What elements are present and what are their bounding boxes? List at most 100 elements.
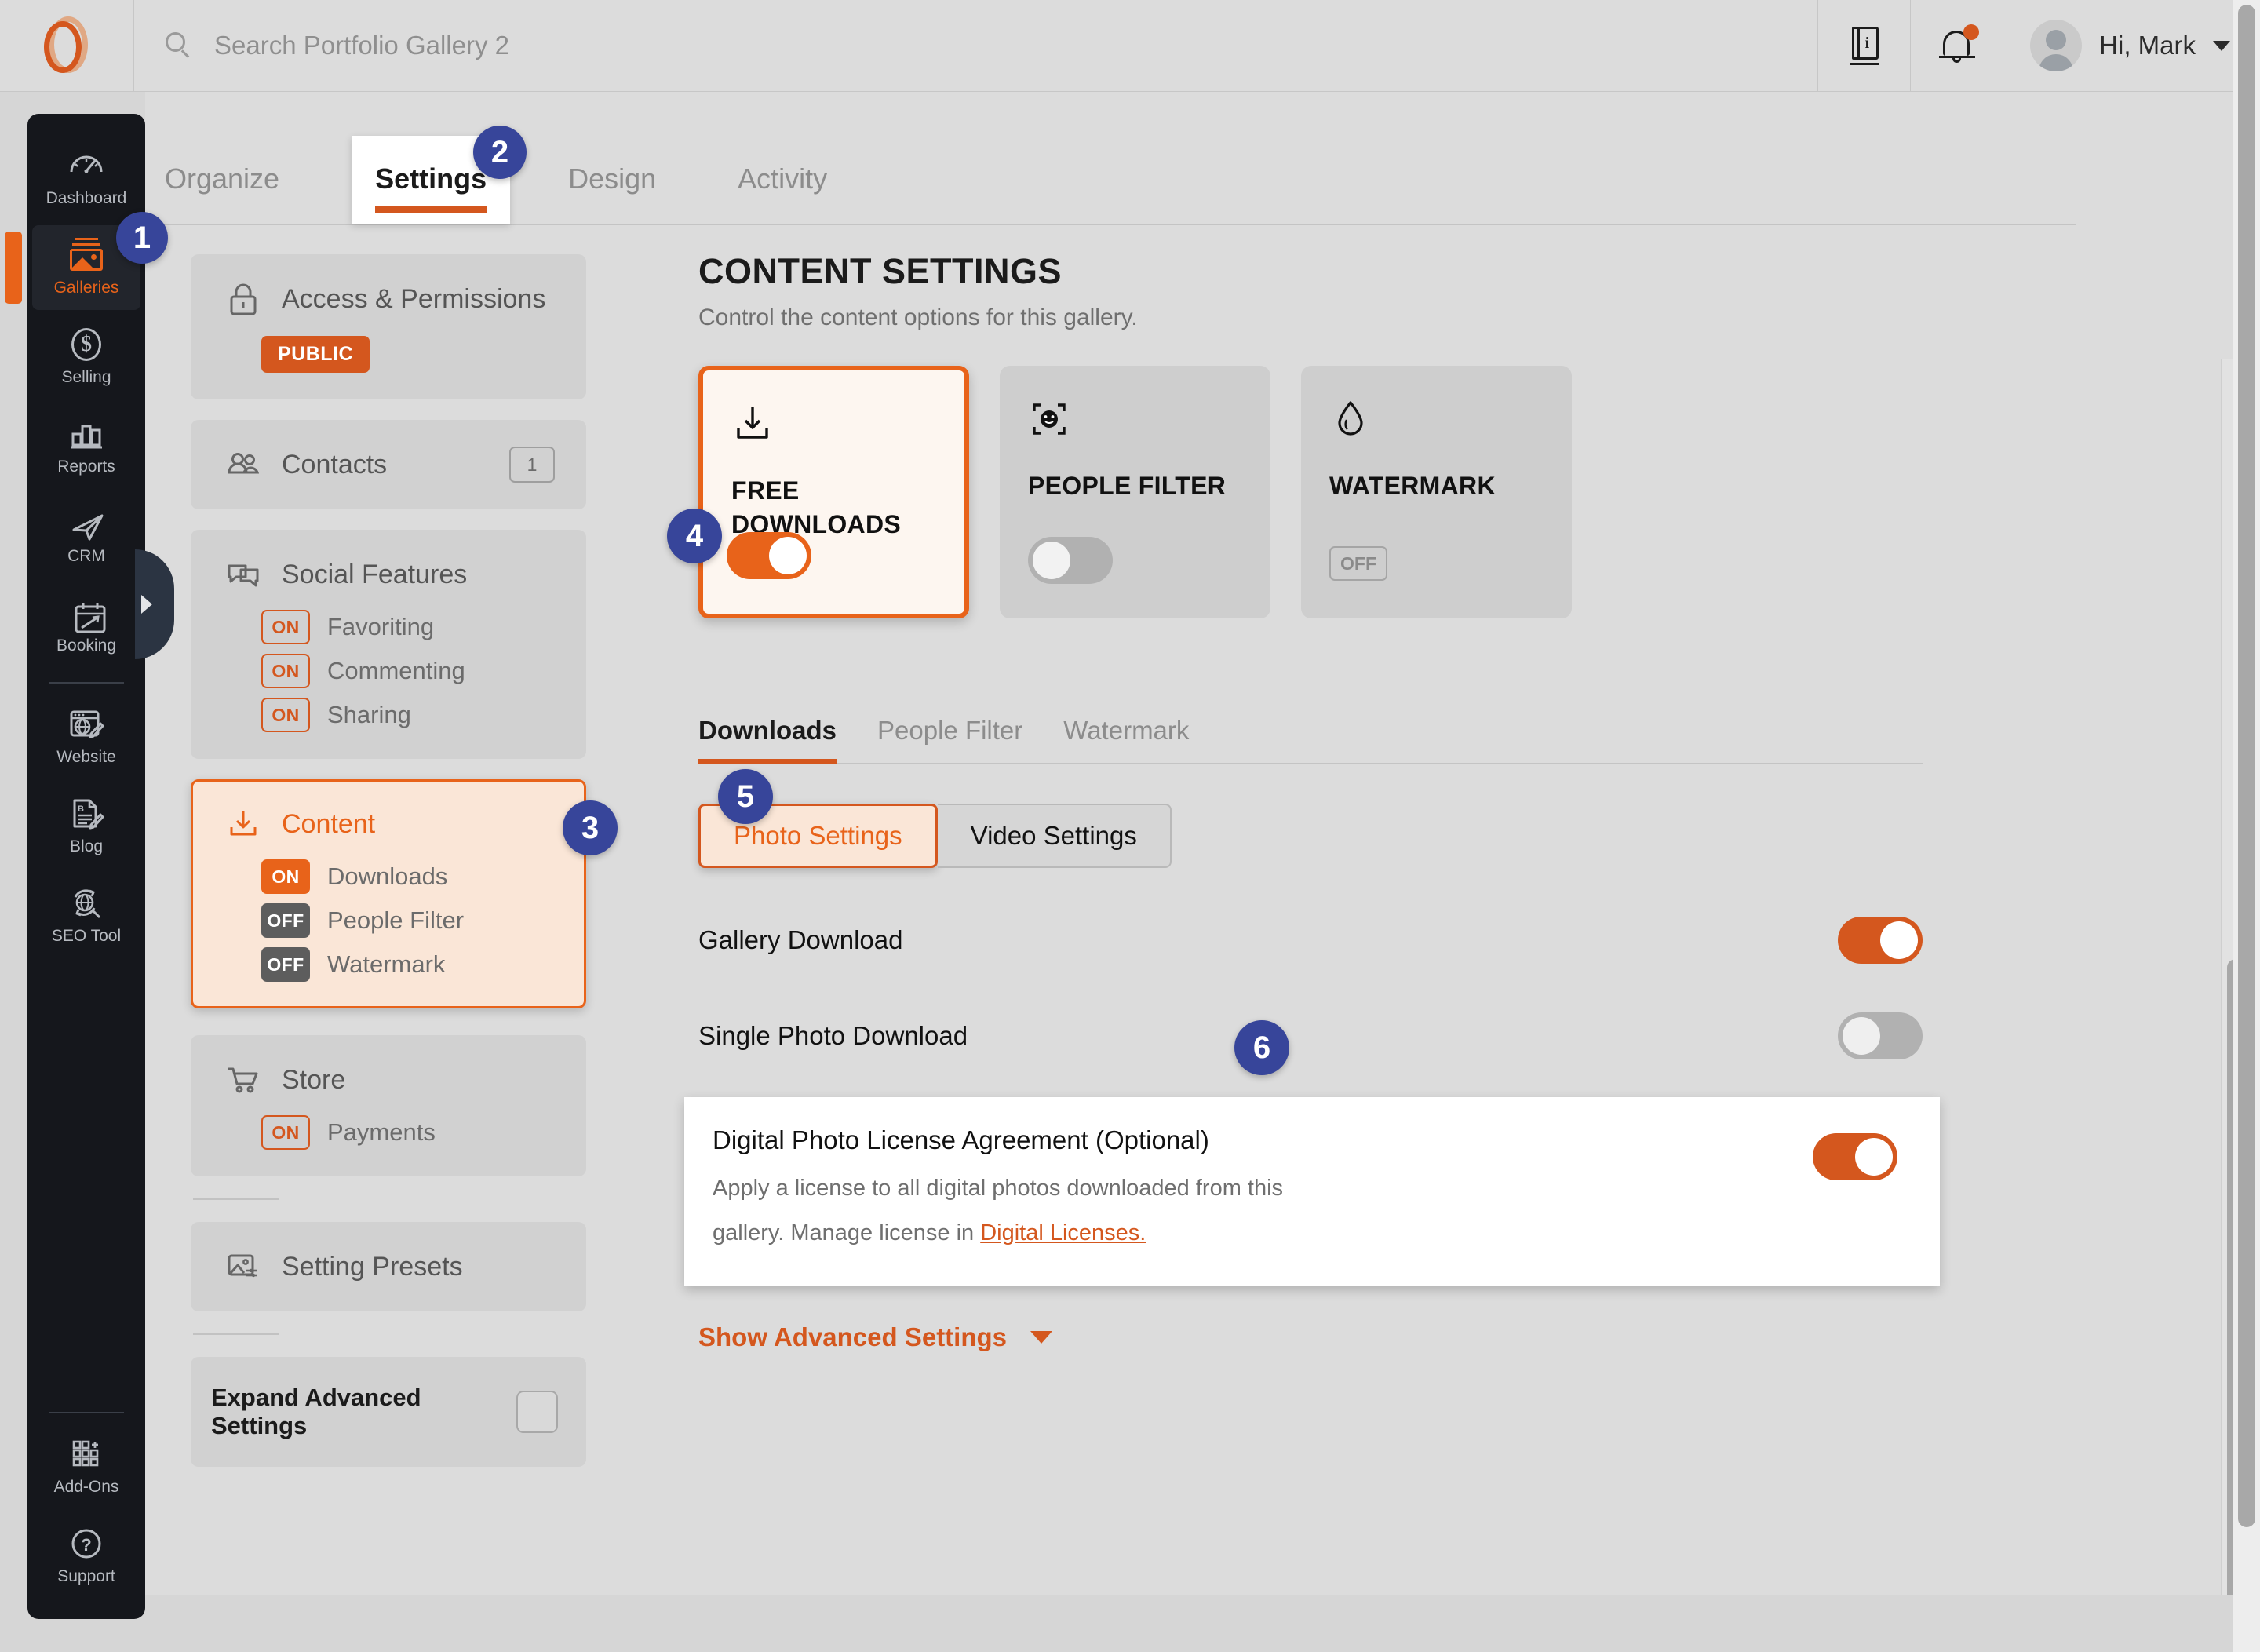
content-row-people-filter[interactable]: OFF People Filter (261, 903, 555, 938)
store-row-payments[interactable]: ON Payments (261, 1115, 555, 1150)
settings-card-access-permissions[interactable]: Access & Permissions PUBLIC (191, 254, 586, 399)
sidebar-item-seo-tool[interactable]: SEO Tool (32, 873, 140, 958)
feature-card-watermark[interactable]: WATERMARK OFF (1301, 366, 1572, 618)
sidebar-label: Reports (57, 458, 115, 476)
sidebar-label: CRM (67, 547, 105, 565)
photo-gallery-icon (67, 238, 105, 272)
help-guide-button[interactable]: i (1817, 0, 1910, 92)
shopping-cart-icon (225, 1062, 261, 1098)
portfolio-logo[interactable] (0, 0, 133, 92)
segment-video-settings[interactable]: Video Settings (937, 804, 1172, 868)
free-downloads-toggle[interactable] (727, 532, 811, 579)
settings-card-contacts[interactable]: Contacts 1 (191, 420, 586, 509)
bar-chart-icon (67, 417, 105, 451)
section-divider-2 (193, 1333, 279, 1335)
content-subtabs: Downloads People Filter Watermark (698, 716, 1923, 764)
card-title: Store (282, 1064, 346, 1095)
chat-bubbles-icon (225, 556, 261, 593)
state-chip: OFF (261, 947, 310, 982)
single-photo-download-toggle[interactable] (1838, 1012, 1923, 1059)
feature-card-title: WATERMARK (1329, 472, 1496, 500)
sidebar-label: Add-Ons (53, 1478, 119, 1496)
setting-row-single-photo-download: Single Photo Download (698, 1012, 1923, 1059)
digital-photo-license-row: Digital Photo License Agreement (Optiona… (684, 1097, 1940, 1287)
license-title: Digital Photo License Agreement (Optiona… (713, 1125, 1209, 1154)
sub-label: Favoriting (327, 613, 435, 640)
search-bar[interactable]: Search Portfolio Gallery 2 (133, 0, 1817, 92)
paper-plane-icon (67, 506, 105, 541)
feature-card-people-filter[interactable]: PEOPLE FILTER (1000, 366, 1270, 618)
expand-advanced-settings-row[interactable]: Expand Advanced Settings (191, 1357, 586, 1467)
state-chip: ON (261, 654, 310, 688)
sidebar-label: Blog (69, 837, 104, 855)
chevron-down-icon (2213, 40, 2230, 51)
water-drop-icon (1329, 399, 1372, 443)
gallery-download-toggle[interactable] (1838, 917, 1923, 964)
search-icon (166, 32, 192, 59)
sidebar-item-crm[interactable]: CRM (32, 494, 140, 578)
calendar-arrow-icon (67, 596, 106, 633)
setting-label: Gallery Download (698, 925, 903, 954)
sidebar-label: Galleries (53, 279, 119, 297)
sidebar-divider (49, 682, 124, 684)
sidebar-item-add-ons[interactable]: Add-Ons (32, 1424, 140, 1509)
sidebar-item-support[interactable]: ? Support (32, 1514, 140, 1599)
dollar-circle-icon: $ (67, 327, 105, 362)
settings-card-store[interactable]: Store ON Payments (191, 1035, 586, 1176)
social-row-favoriting[interactable]: ON Favoriting (261, 610, 555, 644)
expand-advanced-checkbox[interactable] (516, 1391, 558, 1433)
settings-card-setting-presets[interactable]: Setting Presets (191, 1222, 586, 1311)
tab-design[interactable]: Design (568, 162, 656, 224)
subtab-downloads[interactable]: Downloads (698, 716, 837, 764)
bell-icon (1937, 24, 1979, 67)
greeting-label: Hi, Mark (2099, 31, 2196, 60)
sidebar-item-dashboard[interactable]: Dashboard (32, 136, 140, 221)
sidebar-item-website[interactable]: Website (32, 695, 140, 779)
lock-icon (225, 281, 261, 317)
document-pencil-icon: B (67, 797, 105, 831)
sub-label: Payments (327, 1118, 436, 1146)
subtab-people-filter[interactable]: People Filter (877, 716, 1022, 763)
user-menu[interactable]: Hi, Mark (2003, 0, 2260, 92)
people-filter-toggle[interactable] (1028, 537, 1113, 584)
sidebar-label: Website (56, 748, 116, 766)
face-scan-icon (1028, 399, 1070, 443)
sidebar-label: Booking (56, 636, 116, 655)
image-sliders-icon (225, 1249, 261, 1285)
people-icon (225, 447, 261, 483)
top-header-bar: Search Portfolio Gallery 2 i Hi, Mark (0, 0, 2260, 92)
show-advanced-settings-link[interactable]: Show Advanced Settings (698, 1322, 1985, 1352)
page-title: CONTENT SETTINGS (698, 251, 1063, 291)
social-row-commenting[interactable]: ON Commenting (261, 654, 555, 688)
tab-activity[interactable]: Activity (738, 162, 827, 224)
settings-card-content[interactable]: Content ON Downloads OFF People Filter O… (191, 779, 586, 1008)
notifications-button[interactable] (1910, 0, 2003, 92)
sidebar-item-selling[interactable]: $ Selling (32, 315, 140, 399)
feature-card-free-downloads[interactable]: FREE DOWNLOADS (698, 366, 969, 618)
content-row-watermark[interactable]: OFF Watermark (261, 947, 555, 982)
digital-licenses-link[interactable]: Digital Licenses. (980, 1220, 1146, 1245)
social-row-sharing[interactable]: ON Sharing (261, 698, 555, 732)
card-title: Social Features (282, 559, 468, 589)
status-badge-public: PUBLIC (261, 336, 370, 373)
download-icon (731, 403, 774, 447)
section-divider (193, 1198, 279, 1200)
sub-label: Sharing (327, 701, 411, 728)
contacts-count-badge: 1 (509, 447, 555, 483)
page-scrollbar-thumb[interactable] (2238, 5, 2255, 1527)
settings-section-list: Access & Permissions PUBLIC Contacts 1 S… (191, 254, 586, 1467)
settings-card-social-features[interactable]: Social Features ON Favoriting ON Comment… (191, 530, 586, 759)
sidebar-item-blog[interactable]: B Blog (32, 784, 140, 869)
license-agreement-toggle[interactable] (1813, 1133, 1897, 1180)
content-row-downloads[interactable]: ON Downloads (261, 859, 555, 894)
search-input[interactable]: Search Portfolio Gallery 2 (214, 31, 509, 60)
tab-organize[interactable]: Organize (165, 162, 279, 224)
subtab-watermark[interactable]: Watermark (1063, 716, 1189, 763)
chevron-right-icon (141, 595, 152, 614)
card-title: Content (282, 808, 376, 839)
sidebar-item-booking[interactable]: Booking (32, 583, 140, 668)
sidebar-item-reports[interactable]: Reports (32, 404, 140, 489)
callout-badge-2: 2 (473, 126, 527, 179)
page-subtitle: Control the content options for this gal… (698, 305, 1138, 330)
feature-card-title: PEOPLE FILTER (1028, 472, 1227, 500)
